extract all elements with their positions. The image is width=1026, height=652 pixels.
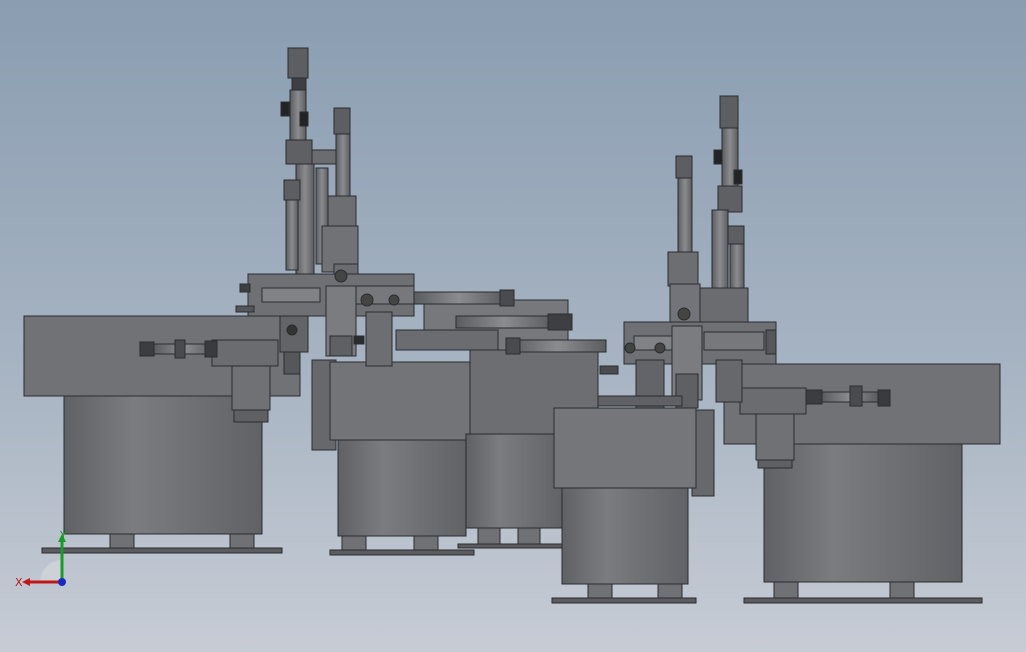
pick-place-head-right[interactable]	[597, 95, 777, 409]
triad-z-axis	[58, 578, 66, 586]
feeder-bowl-center-left[interactable]	[311, 359, 475, 556]
triad-plane	[40, 560, 62, 582]
triad-x-label: X	[15, 576, 23, 589]
triad-y-label: Y	[59, 530, 67, 542]
cad-viewport[interactable]: Y X	[0, 0, 1026, 652]
feeder-bowl-center-front[interactable]	[551, 407, 715, 604]
orientation-triad: Y X	[15, 530, 67, 589]
triad-x-arrow	[22, 578, 30, 586]
cylinder-left-horizontal	[139, 339, 218, 359]
assembly-model[interactable]	[0, 0, 1026, 652]
